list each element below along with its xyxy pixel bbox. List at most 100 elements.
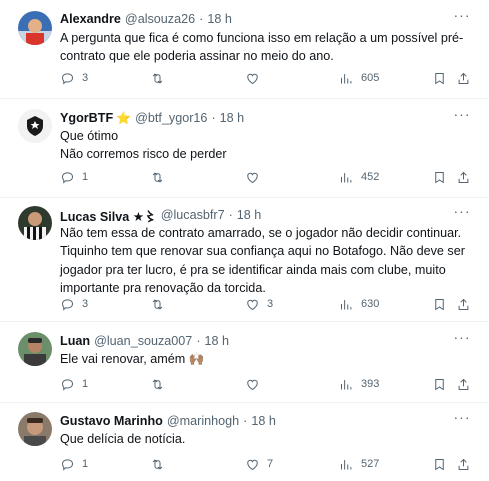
- reply-icon: [61, 72, 74, 85]
- tweet-text-line: Que ótimo: [60, 129, 119, 143]
- more-icon[interactable]: ···: [453, 204, 471, 224]
- tweet-text-line: contrato que ele poderia assinar no meio…: [60, 49, 334, 64]
- user-handle[interactable]: @btf_ygor16: [135, 111, 207, 125]
- reply-button[interactable]: 3: [60, 69, 88, 87]
- views-icon: [341, 172, 352, 182]
- tweet-text: Ele vai renovar, amém 🙌🏽: [60, 350, 467, 368]
- reply-count: 1: [82, 171, 89, 183]
- bookmark-icon: [435, 72, 444, 84]
- like-button[interactable]: [245, 69, 267, 87]
- like-button[interactable]: [245, 168, 267, 186]
- retweet-icon: [152, 458, 163, 470]
- views-button[interactable]: 452: [339, 168, 379, 186]
- reply-icon: [61, 378, 74, 391]
- separator-dot: ·: [199, 12, 204, 26]
- action-bar: 3 3 630: [60, 295, 475, 313]
- bookmark-button[interactable]: [432, 295, 447, 313]
- tweet-header: Luan @luan_souza007 · 18 h: [60, 332, 449, 350]
- more-icon[interactable]: ···: [453, 107, 471, 127]
- tweet-text: Que delícia de notícia.: [60, 430, 467, 448]
- tweet-lucas-silva[interactable]: Lucas Silva ★〻 @lucasbfr7 · 18 h ··· Não…: [0, 198, 489, 322]
- timestamp[interactable]: 18 h: [205, 334, 230, 348]
- views-button[interactable]: 393: [339, 375, 379, 393]
- reply-button[interactable]: 1: [60, 375, 88, 393]
- bookmark-button[interactable]: [432, 69, 447, 87]
- retweet-button[interactable]: [150, 69, 172, 87]
- tweet-alexandre[interactable]: Alexandre @alsouza26 · 18 h ··· A pergun…: [0, 0, 489, 99]
- like-icon: [247, 379, 258, 390]
- share-icon: [458, 458, 469, 470]
- timestamp[interactable]: 18 h: [220, 111, 245, 125]
- reply-icon: [61, 171, 74, 184]
- retweet-button[interactable]: [150, 455, 172, 473]
- tweet-text-line: Ele vai renovar, amém 🙌🏽: [60, 352, 205, 366]
- share-button[interactable]: [456, 69, 471, 87]
- tweet-text-line: A pergunta que fica é como funciona isso…: [60, 31, 464, 45]
- bookmark-icon: [435, 298, 444, 310]
- timestamp[interactable]: 18 h: [237, 208, 262, 222]
- action-bar: 1 7 527: [60, 455, 475, 473]
- more-icon[interactable]: ···: [453, 410, 471, 430]
- display-name[interactable]: Alexandre: [60, 12, 121, 26]
- user-handle[interactable]: @luan_souza007: [94, 334, 192, 348]
- tweet-text-line: Não tem essa de contrato amarrado, se o …: [60, 226, 462, 240]
- user-handle[interactable]: @lucasbfr7: [161, 208, 225, 222]
- user-handle[interactable]: @marinhogh: [167, 414, 239, 428]
- retweet-icon: [152, 72, 163, 84]
- timestamp[interactable]: 18 h: [251, 414, 276, 428]
- display-name[interactable]: Luan: [60, 334, 90, 348]
- bookmark-button[interactable]: [432, 168, 447, 186]
- share-icon: [458, 378, 469, 390]
- display-name[interactable]: Gustavo Marinho: [60, 414, 163, 428]
- views-icon: [341, 299, 352, 309]
- views-icon: [341, 379, 352, 389]
- retweet-icon: [152, 171, 163, 183]
- reply-icon: [61, 298, 74, 311]
- avatar[interactable]: [18, 206, 52, 240]
- avatar[interactable]: [18, 332, 52, 366]
- like-icon: [247, 459, 258, 470]
- reply-button[interactable]: 3: [60, 295, 88, 313]
- retweet-button[interactable]: [150, 295, 172, 313]
- separator-dot: ·: [196, 334, 201, 348]
- tweet-text: A pergunta que fica é como funciona isso…: [60, 29, 467, 66]
- view-count: 605: [361, 72, 380, 84]
- avatar[interactable]: [18, 412, 52, 446]
- action-bar: 1 393: [60, 375, 475, 393]
- like-button[interactable]: 3: [245, 295, 273, 313]
- bookmark-icon: [435, 171, 444, 183]
- tweet-ygorbtf[interactable]: YgorBTF ⭐ @btf_ygor16 · 18 h ··· Que óti…: [0, 99, 489, 198]
- avatar[interactable]: [18, 109, 52, 143]
- tweet-text-line: Tiquinho tem que renovar sua confiança a…: [60, 244, 465, 259]
- timestamp[interactable]: 18 h: [207, 12, 232, 26]
- reply-button[interactable]: 1: [60, 455, 88, 473]
- share-button[interactable]: [456, 375, 471, 393]
- share-button[interactable]: [456, 168, 471, 186]
- more-icon[interactable]: ···: [453, 8, 471, 28]
- tweet-text-line: Que delícia de notícia.: [60, 432, 186, 446]
- tweet-luan[interactable]: Luan @luan_souza007 · 18 h ··· Ele vai r…: [0, 322, 489, 403]
- display-name[interactable]: YgorBTF: [60, 111, 113, 125]
- like-button[interactable]: 7: [245, 455, 273, 473]
- bookmark-button[interactable]: [432, 375, 447, 393]
- more-icon[interactable]: ···: [453, 330, 471, 350]
- view-count: 527: [361, 458, 380, 470]
- display-name[interactable]: Lucas Silva ★〻: [60, 206, 157, 225]
- views-button[interactable]: 630: [339, 295, 379, 313]
- retweet-button[interactable]: [150, 375, 172, 393]
- share-button[interactable]: [456, 455, 471, 473]
- views-button[interactable]: 605: [339, 69, 379, 87]
- like-count: 7: [267, 458, 274, 470]
- reply-button[interactable]: 1: [60, 168, 88, 186]
- user-handle[interactable]: @alsouza26: [125, 12, 195, 26]
- like-button[interactable]: [245, 375, 267, 393]
- avatar[interactable]: [18, 11, 52, 45]
- reply-feed: Alexandre @alsouza26 · 18 h ··· A pergun…: [0, 0, 489, 481]
- bookmark-button[interactable]: [432, 455, 447, 473]
- like-icon: [247, 172, 258, 183]
- tweet-gustavo-marinho[interactable]: Gustavo Marinho @marinhogh · 18 h ··· Qu…: [0, 403, 489, 481]
- share-button[interactable]: [456, 295, 471, 313]
- retweet-button[interactable]: [150, 168, 172, 186]
- tweet-header: Gustavo Marinho @marinhogh · 18 h: [60, 412, 449, 430]
- views-button[interactable]: 527: [339, 455, 379, 473]
